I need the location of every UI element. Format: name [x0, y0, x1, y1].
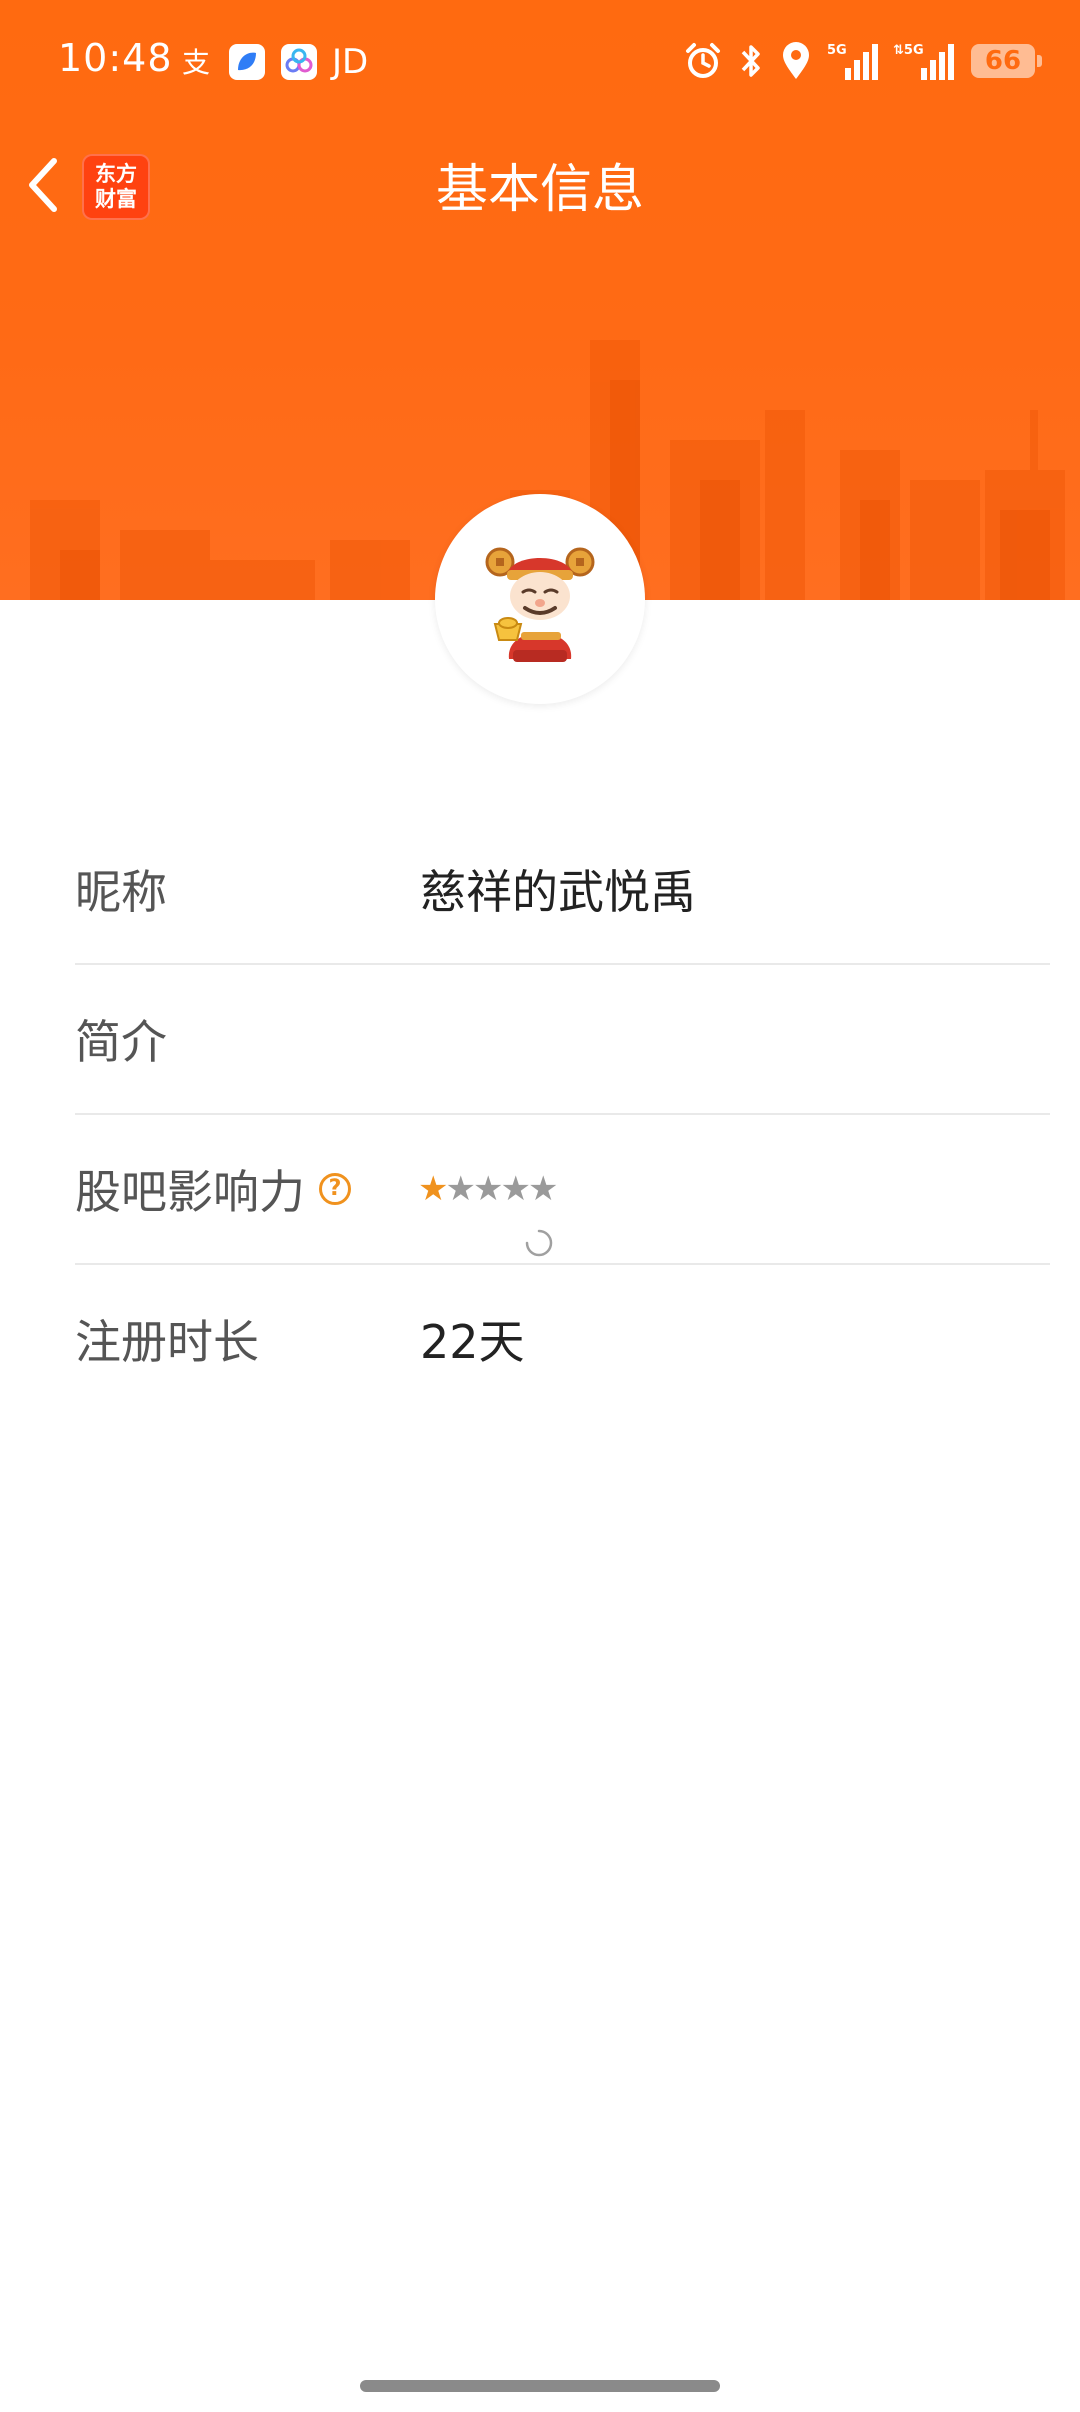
star-icon: ★: [527, 1169, 559, 1209]
caishen-avatar-icon: [485, 547, 595, 662]
svg-text:⇅5G: ⇅5G: [893, 43, 924, 58]
profile-info-list: 昵称 慈祥的武悦禹 简介 股吧影响力 ? ★ ★ ★ ★ ★ 注册时长 22天: [75, 815, 1050, 1415]
home-indicator[interactable]: [360, 2380, 720, 2392]
influence-row: 股吧影响力 ? ★ ★ ★ ★ ★: [75, 1115, 1050, 1265]
bluetooth-icon: [741, 45, 760, 77]
intro-row[interactable]: 简介: [75, 965, 1050, 1115]
battery-indicator: 66: [971, 44, 1042, 78]
page-title: 基本信息: [435, 160, 644, 220]
help-icon[interactable]: ?: [319, 1173, 351, 1205]
star-icon: ★: [418, 1169, 449, 1209]
svg-text:5G: 5G: [827, 43, 847, 58]
nickname-label: 昵称: [75, 865, 167, 919]
register-duration-row: 注册时长 22天: [75, 1265, 1050, 1415]
star-icon: ★: [500, 1169, 531, 1209]
status-time: 10:48: [58, 36, 173, 80]
battery-level: 66: [984, 46, 1022, 76]
influence-label-wrap: 股吧影响力 ?: [75, 1115, 351, 1263]
status-right-icons: 5G ⇅5G 66: [683, 38, 1042, 84]
avatar[interactable]: [435, 494, 645, 704]
loading-spinner-icon: [525, 1229, 553, 1257]
nickname-value: 慈祥的武悦禹: [420, 865, 696, 919]
register-duration-label: 注册时长: [75, 1315, 259, 1369]
cloud-app-icon: [281, 44, 317, 80]
intro-label: 简介: [75, 1015, 167, 1069]
location-icon: [783, 42, 809, 79]
alarm-icon: [686, 43, 720, 78]
nickname-row[interactable]: 昵称 慈祥的武悦禹: [75, 815, 1050, 965]
register-duration-value: 22天: [420, 1315, 525, 1369]
alipay-icon: 支: [182, 46, 210, 79]
status-bar: 10:48 支 JD 5G ⇅5G 66: [0, 0, 1080, 125]
svg-text:支: 支: [182, 46, 210, 79]
status-left-icons: 支 JD: [178, 42, 368, 82]
jd-label: JD: [332, 42, 369, 82]
blue-app-icon: [229, 44, 265, 80]
star-icon: ★: [472, 1169, 504, 1209]
influence-label: 股吧影响力: [75, 1165, 305, 1219]
signal-5g-icon: ⇅5G: [893, 43, 954, 80]
signal-5g-icon: 5G: [827, 43, 878, 80]
star-icon: ★: [445, 1169, 476, 1209]
